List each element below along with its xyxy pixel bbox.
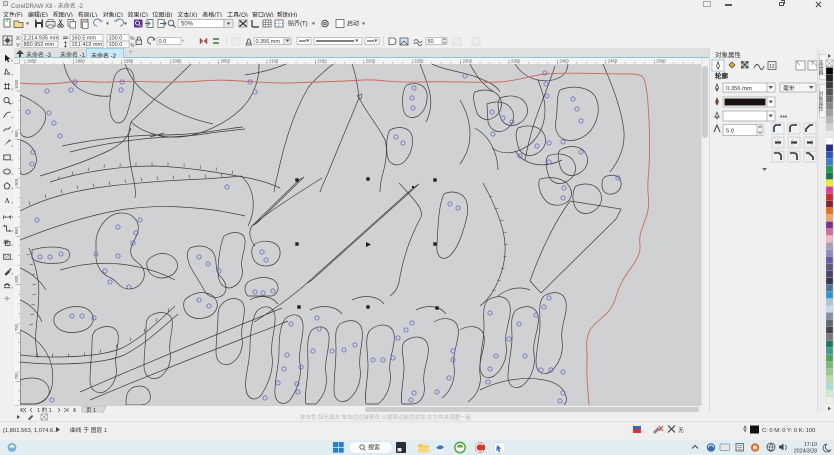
svg-text:轮廓: 轮廓 bbox=[715, 71, 729, 80]
svg-text:950: 950 bbox=[14, 130, 19, 138]
svg-text:0.0: 0.0 bbox=[159, 39, 167, 45]
svg-text:•••: ••• bbox=[780, 114, 788, 121]
svg-text:1000: 1000 bbox=[14, 79, 19, 89]
svg-text:100.0: 100.0 bbox=[109, 36, 123, 42]
svg-text:800: 800 bbox=[14, 275, 19, 283]
svg-text:750: 750 bbox=[14, 323, 19, 331]
svg-text:12: 12 bbox=[769, 64, 775, 70]
svg-text:2,214.935 mm: 2,214.935 mm bbox=[24, 36, 60, 42]
svg-text:无: 无 bbox=[678, 427, 684, 434]
svg-text:2500: 2500 bbox=[656, 59, 666, 64]
svg-text:(1,801.563, 1,074.6...: (1,801.563, 1,074.6... bbox=[3, 428, 59, 434]
svg-text:160.5 mm: 160.5 mm bbox=[72, 36, 97, 42]
svg-text:2100: 2100 bbox=[269, 59, 279, 64]
svg-text:C: 0 M: 0 Y: 0 K: 100: C: 0 M: 0 Y: 0 K: 100 bbox=[762, 428, 815, 434]
svg-text:X:: X: bbox=[16, 36, 22, 42]
svg-text:2000: 2000 bbox=[172, 59, 182, 64]
svg-text:°: ° bbox=[182, 40, 184, 46]
svg-text:1900: 1900 bbox=[75, 59, 85, 64]
svg-text:2150: 2150 bbox=[317, 59, 327, 64]
svg-text:850: 850 bbox=[14, 227, 19, 235]
svg-text:毫米: 毫米 bbox=[783, 84, 795, 92]
svg-text:17:10: 17:10 bbox=[804, 442, 817, 448]
svg-text:2200: 2200 bbox=[366, 59, 376, 64]
svg-text:1850: 1850 bbox=[27, 59, 37, 64]
svg-text:5.0: 5.0 bbox=[726, 129, 734, 135]
svg-text:2300: 2300 bbox=[463, 59, 473, 64]
svg-text:2450: 2450 bbox=[608, 59, 618, 64]
svg-text:单击色 如无填充 单击边左键更改 以便将边颜色添加 在文件夹: 单击色 如无填充 单击边左键更改 以便将边颜色添加 在文件夹调整一起 bbox=[300, 413, 472, 421]
svg-text:2024/3/28: 2024/3/28 bbox=[794, 449, 817, 455]
svg-text:900: 900 bbox=[14, 178, 19, 186]
svg-text:2400: 2400 bbox=[559, 59, 569, 64]
svg-text:A: A bbox=[4, 196, 10, 205]
svg-text:2050: 2050 bbox=[221, 59, 231, 64]
svg-text:搜索: 搜索 bbox=[368, 444, 380, 452]
svg-text:0.356 mm: 0.356 mm bbox=[256, 39, 281, 45]
svg-text:对象属性: 对象属性 bbox=[715, 50, 742, 59]
svg-text:曲线 于 图层 1: 曲线 于 图层 1 bbox=[70, 426, 107, 434]
svg-text:2250: 2250 bbox=[414, 59, 424, 64]
svg-text:50: 50 bbox=[428, 39, 434, 45]
svg-text:2350: 2350 bbox=[511, 59, 521, 64]
svg-text:%: % bbox=[130, 36, 135, 42]
svg-text:1950: 1950 bbox=[124, 59, 134, 64]
svg-text:0.356 mm: 0.356 mm bbox=[726, 86, 752, 92]
svg-text:700: 700 bbox=[14, 372, 19, 380]
